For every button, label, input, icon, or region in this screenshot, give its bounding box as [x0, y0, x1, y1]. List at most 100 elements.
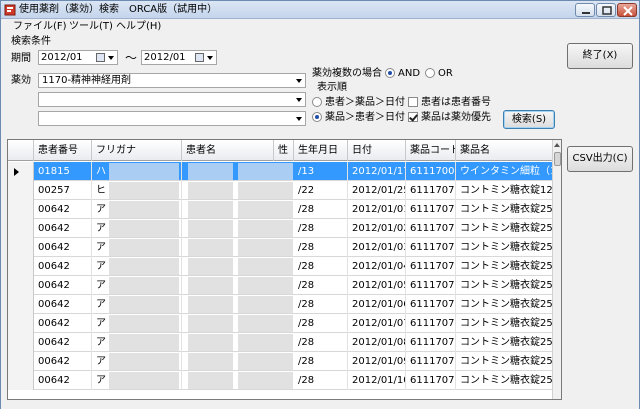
- period-to-picker[interactable]: 2012/01: [141, 50, 217, 65]
- scroll-up-icon[interactable]: [554, 143, 560, 147]
- search-button[interactable]: 検索(S): [503, 110, 555, 129]
- table-row[interactable]: 00642ア/282012/01/09611170727コントミン糖衣錠25mg: [8, 352, 553, 371]
- cell-dob[interactable]: /13: [294, 162, 348, 181]
- table-row[interactable]: 00642ア/282012/01/01611170727コントミン糖衣錠25mg: [8, 200, 553, 219]
- cell-code[interactable]: 611170727: [406, 238, 456, 257]
- cell-code[interactable]: 611170727: [406, 371, 456, 390]
- col-header-sex[interactable]: 性: [274, 140, 294, 161]
- row-header[interactable]: [8, 162, 34, 181]
- cell-drug[interactable]: コントミン糖衣錠12．5m: [456, 181, 553, 200]
- vertical-scrollbar[interactable]: [552, 140, 561, 399]
- patient-number-checkbox[interactable]: [408, 97, 418, 107]
- row-header[interactable]: [8, 181, 34, 200]
- cell-id[interactable]: 00642: [34, 238, 92, 257]
- cell-code[interactable]: 611170050: [406, 162, 456, 181]
- order-patient-radio[interactable]: [312, 97, 322, 107]
- col-header-drug-code[interactable]: 薬品コード: [406, 140, 456, 161]
- row-header[interactable]: [8, 314, 34, 333]
- cell-drug[interactable]: コントミン糖衣錠25mg: [456, 200, 553, 219]
- table-row[interactable]: 00642ア/282012/01/06611170727コントミン糖衣錠25mg: [8, 295, 553, 314]
- cell-id[interactable]: 00642: [34, 333, 92, 352]
- results-grid[interactable]: 患者番号 フリガナ 患者名 性 生年月日 日付 薬品コード 薬品名 01815 ハ…: [7, 139, 562, 400]
- period-from-picker[interactable]: 2012/01: [38, 50, 118, 65]
- cell-code[interactable]: 611170727: [406, 333, 456, 352]
- cell-id[interactable]: 00257: [34, 181, 92, 200]
- table-row[interactable]: 00642ア/282012/01/10611170727コントミン糖衣錠25mg: [8, 371, 553, 390]
- multi-or-radio[interactable]: [425, 68, 435, 78]
- cell-dob[interactable]: /28: [294, 352, 348, 371]
- multi-and-radio[interactable]: [385, 68, 395, 78]
- efficacy-select-3[interactable]: [38, 111, 306, 126]
- cell-id[interactable]: 00642: [34, 219, 92, 238]
- cell-drug[interactable]: コントミン糖衣錠25mg: [456, 314, 553, 333]
- cell-drug[interactable]: コントミン糖衣錠25mg: [456, 257, 553, 276]
- cell-drug[interactable]: コントミン糖衣錠25mg: [456, 333, 553, 352]
- cell-id[interactable]: 00642: [34, 352, 92, 371]
- cell-drug[interactable]: ウインタミン細粒（10%）: [456, 162, 553, 181]
- cell-date[interactable]: 2012/01/05: [348, 276, 406, 295]
- col-header-patient-id[interactable]: 患者番号: [34, 140, 92, 161]
- efficacy-select-1[interactable]: 1170-精神神経用剤: [38, 73, 306, 88]
- table-row[interactable]: 01815ハ/132012/01/17611170050ウインタミン細粒（10%…: [8, 162, 553, 181]
- cell-id[interactable]: 00642: [34, 257, 92, 276]
- row-header[interactable]: [8, 257, 34, 276]
- cell-date[interactable]: 2012/01/01: [348, 200, 406, 219]
- efficacy-select-2[interactable]: [38, 92, 306, 107]
- cell-date[interactable]: 2012/01/17: [348, 162, 406, 181]
- cell-drug[interactable]: コントミン糖衣錠25mg: [456, 219, 553, 238]
- cell-date[interactable]: 2012/01/06: [348, 295, 406, 314]
- cell-dob[interactable]: /28: [294, 295, 348, 314]
- row-header[interactable]: [8, 238, 34, 257]
- cell-dob[interactable]: /28: [294, 314, 348, 333]
- row-header[interactable]: [8, 333, 34, 352]
- cell-id[interactable]: 01815: [34, 162, 92, 181]
- table-row[interactable]: 00642ア/282012/01/05611170727コントミン糖衣錠25mg: [8, 276, 553, 295]
- order-drug-radio[interactable]: [312, 112, 322, 122]
- table-row[interactable]: 00642ア/282012/01/07611170727コントミン糖衣錠25mg: [8, 314, 553, 333]
- cell-code[interactable]: 611170727: [406, 219, 456, 238]
- drug-efficacy-checkbox[interactable]: [408, 112, 418, 122]
- cell-dob[interactable]: /22: [294, 181, 348, 200]
- exit-button[interactable]: 終了(X): [567, 43, 633, 69]
- table-row[interactable]: 00257ヒ/222012/01/25611170713コントミン糖衣錠12．5…: [8, 181, 553, 200]
- cell-code[interactable]: 611170727: [406, 314, 456, 333]
- close-button[interactable]: [617, 3, 637, 17]
- cell-dob[interactable]: /28: [294, 371, 348, 390]
- cell-date[interactable]: 2012/01/02: [348, 219, 406, 238]
- csv-export-button[interactable]: CSV出力(C): [567, 146, 633, 172]
- row-header[interactable]: [8, 295, 34, 314]
- cell-drug[interactable]: コントミン糖衣錠25mg: [456, 238, 553, 257]
- scroll-thumb[interactable]: [554, 152, 561, 166]
- row-header[interactable]: [8, 200, 34, 219]
- cell-date[interactable]: 2012/01/03: [348, 238, 406, 257]
- table-row[interactable]: 00642ア/282012/01/03611170727コントミン糖衣錠25mg: [8, 238, 553, 257]
- table-row[interactable]: 00642ア/282012/01/02611170727コントミン糖衣錠25mg: [8, 219, 553, 238]
- cell-id[interactable]: 00642: [34, 276, 92, 295]
- minimize-button[interactable]: [575, 3, 595, 17]
- cell-drug[interactable]: コントミン糖衣錠25mg: [456, 295, 553, 314]
- cell-dob[interactable]: /28: [294, 219, 348, 238]
- row-header[interactable]: [8, 276, 34, 295]
- menu-file[interactable]: ファイル(F): [13, 20, 67, 33]
- cell-id[interactable]: 00642: [34, 314, 92, 333]
- cell-date[interactable]: 2012/01/25: [348, 181, 406, 200]
- col-header-drug-name[interactable]: 薬品名: [456, 140, 553, 161]
- cell-date[interactable]: 2012/01/04: [348, 257, 406, 276]
- cell-dob[interactable]: /28: [294, 333, 348, 352]
- cell-dob[interactable]: /28: [294, 276, 348, 295]
- cell-dob[interactable]: /28: [294, 257, 348, 276]
- col-header-patient-name[interactable]: 患者名: [182, 140, 274, 161]
- cell-drug[interactable]: コントミン糖衣錠25mg: [456, 276, 553, 295]
- cell-drug[interactable]: コントミン糖衣錠25mg: [456, 371, 553, 390]
- cell-code[interactable]: 611170727: [406, 295, 456, 314]
- cell-code[interactable]: 611170727: [406, 200, 456, 219]
- table-row[interactable]: 00642ア/282012/01/08611170727コントミン糖衣錠25mg: [8, 333, 553, 352]
- cell-drug[interactable]: コントミン糖衣錠25mg: [456, 352, 553, 371]
- cell-id[interactable]: 00642: [34, 371, 92, 390]
- col-header-kana[interactable]: フリガナ: [92, 140, 182, 161]
- menu-tools[interactable]: ツール(T): [69, 20, 113, 33]
- cell-date[interactable]: 2012/01/09: [348, 352, 406, 371]
- cell-date[interactable]: 2012/01/08: [348, 333, 406, 352]
- cell-date[interactable]: 2012/01/10: [348, 371, 406, 390]
- cell-id[interactable]: 00642: [34, 200, 92, 219]
